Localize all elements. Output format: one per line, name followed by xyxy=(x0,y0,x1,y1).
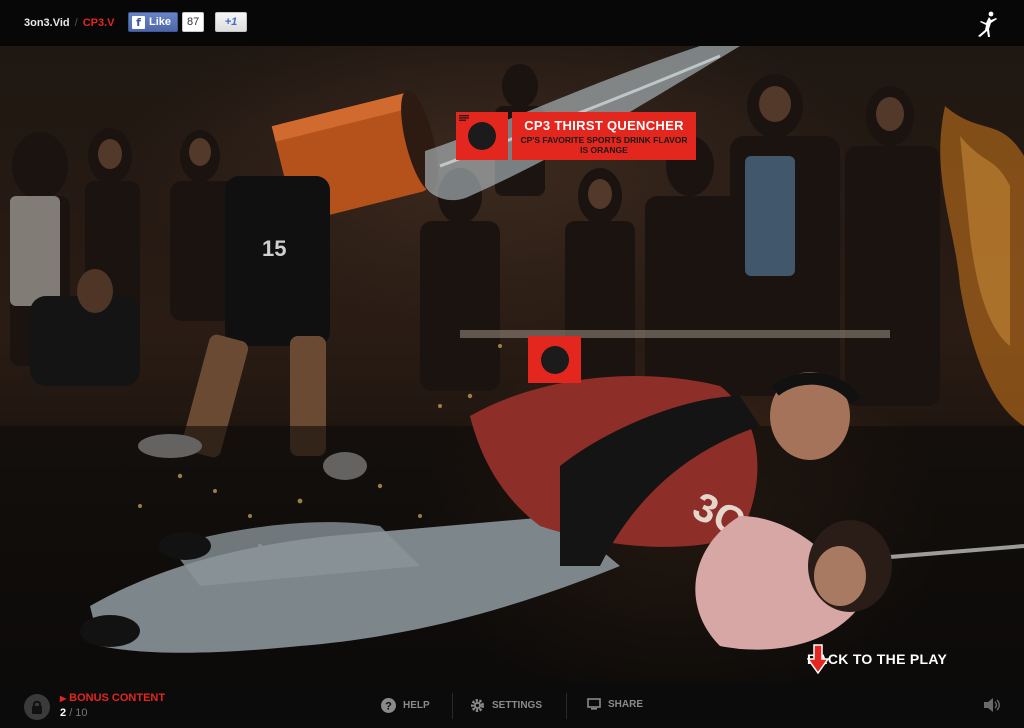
hotspot-description: CP'S FAVORITE SPORTS DRINK FLAVOR IS ORA… xyxy=(520,135,688,155)
bonus-pagination: 2 / 10 xyxy=(60,707,165,719)
share-label: SHARE xyxy=(608,698,644,710)
down-arrow-icon xyxy=(807,644,829,674)
chat-icon xyxy=(456,112,496,150)
breadcrumb-site[interactable]: 3on3.Vid xyxy=(24,17,70,29)
drink-hotspot-button[interactable] xyxy=(456,112,508,160)
facebook-like-button[interactable]: f Like xyxy=(128,12,179,32)
facebook-like-widget: f Like 87 xyxy=(128,12,205,32)
help-icon: ? xyxy=(381,698,396,713)
top-bar: 3on3.Vid / CP3.V f Like 87 +1 xyxy=(0,0,1024,46)
facebook-like-label: Like xyxy=(149,16,172,28)
settings-label: SETTINGS xyxy=(492,700,543,711)
settings-button[interactable]: SETTINGS xyxy=(470,698,542,713)
help-button[interactable]: ? HELP xyxy=(381,698,430,713)
bottom-bar: ▶ BONUS CONTENT 2 / 10 ? HELP SETTINGS SH… xyxy=(0,684,1024,728)
jersey-number: 15 xyxy=(262,236,286,261)
google-plus-button[interactable]: +1 xyxy=(215,12,247,32)
share-icon xyxy=(587,698,601,710)
video-scene[interactable]: 15 3C CP3 THIRST QUENCHER CP'S FAVORITE … xyxy=(0,46,1024,684)
divider xyxy=(566,693,567,719)
gear-icon xyxy=(471,699,484,712)
help-label: HELP xyxy=(403,700,430,711)
bonus-content[interactable]: ▶ BONUS CONTENT 2 / 10 xyxy=(60,692,165,719)
page-current: 2 xyxy=(60,707,67,719)
svg-text:?: ? xyxy=(385,701,392,713)
facebook-f-icon: f xyxy=(132,15,145,29)
back-to-play-button[interactable]: BACK TO THE PLAY xyxy=(807,644,947,674)
volume-icon[interactable] xyxy=(983,698,1001,712)
bonus-content-label: BONUS CONTENT xyxy=(69,692,166,704)
shoe-hotspot-button[interactable] xyxy=(528,336,581,383)
divider xyxy=(452,693,453,719)
lock-icon[interactable] xyxy=(24,694,50,720)
play-triangle-icon: ▶ xyxy=(60,694,67,703)
breadcrumb: 3on3.Vid / CP3.V xyxy=(24,17,115,29)
breadcrumb-separator: / xyxy=(74,17,78,29)
breadcrumb-current: CP3.V xyxy=(82,17,115,29)
hotspot-title: CP3 THIRST QUENCHER xyxy=(524,118,684,133)
bonus-content-title: ▶ BONUS CONTENT xyxy=(60,692,165,704)
sneaker-icon xyxy=(529,337,569,374)
facebook-like-count: 87 xyxy=(182,12,205,32)
page-total: / 10 xyxy=(69,707,88,719)
share-button[interactable]: SHARE xyxy=(587,698,643,710)
jumpman-logo[interactable] xyxy=(974,10,1002,38)
drink-hotspot-tooltip: CP3 THIRST QUENCHER CP'S FAVORITE SPORTS… xyxy=(512,112,696,160)
